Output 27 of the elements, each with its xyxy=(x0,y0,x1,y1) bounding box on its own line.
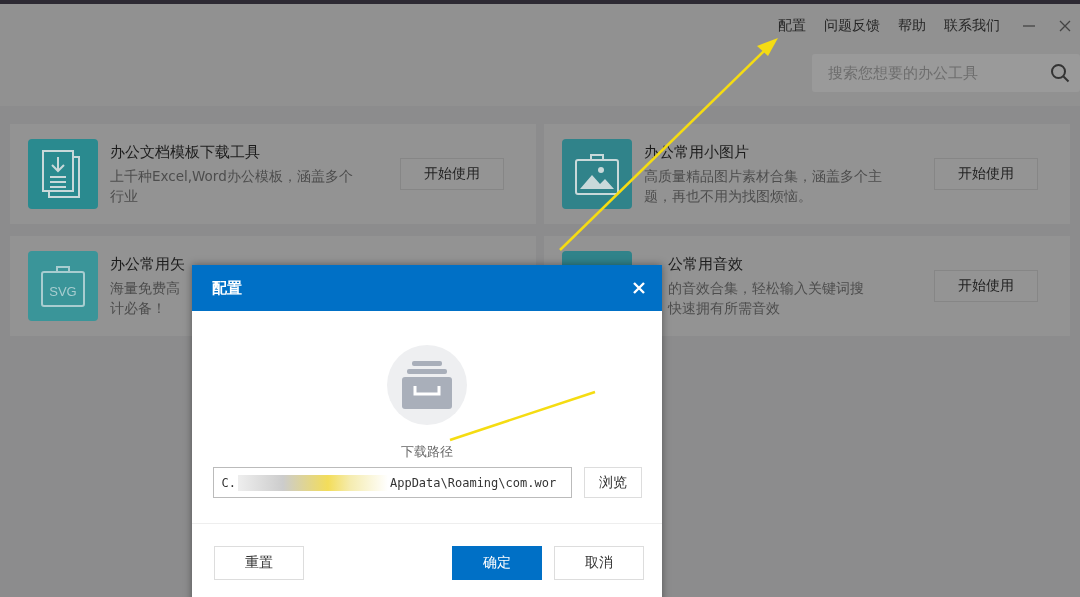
path-label: 下载路径 xyxy=(401,443,453,461)
tool-title: 办公文档模板下载工具 xyxy=(110,142,260,162)
dialog-title: 配置 xyxy=(212,278,242,298)
header-link[interactable]: 问题反馈 xyxy=(824,17,880,35)
tool-description: 行业 xyxy=(110,186,138,206)
tool-icon: SVG xyxy=(28,251,98,321)
start-button[interactable]: 开始使用 xyxy=(934,158,1038,190)
browse-button[interactable]: 浏览 xyxy=(583,467,642,498)
tool-title: 办公常用矢 xyxy=(110,254,185,274)
tool-description: 高质量精品图片素材合集，涵盖多个主 xyxy=(644,166,882,186)
path-field[interactable]: C. AppData\Roaming\com.wor xyxy=(212,467,572,498)
header-link[interactable]: 配置 xyxy=(778,17,806,35)
header-link[interactable]: 帮助 xyxy=(898,17,926,35)
start-button[interactable]: 开始使用 xyxy=(934,270,1038,302)
start-button[interactable]: 开始使用 xyxy=(400,158,504,190)
tool-title: 公常用音效 xyxy=(668,254,743,274)
tool-description: 海量免费高 xyxy=(110,278,180,298)
search-icon[interactable] xyxy=(1050,63,1070,83)
tool-description: 题，再也不用为找图烦恼。 xyxy=(644,186,812,206)
cancel-button[interactable]: 取消 xyxy=(554,546,644,580)
confirm-button[interactable]: 确定 xyxy=(452,546,542,580)
header-link[interactable]: 联系我们 xyxy=(944,17,1000,35)
tool-description: 的音效合集，轻松输入关键词搜 xyxy=(668,278,864,298)
tool-description: 快速拥有所需音效 xyxy=(668,298,780,318)
reset-button[interactable]: 重置 xyxy=(214,546,304,580)
tool-description: 计必备！ xyxy=(110,298,166,318)
close-icon[interactable] xyxy=(1058,19,1072,33)
